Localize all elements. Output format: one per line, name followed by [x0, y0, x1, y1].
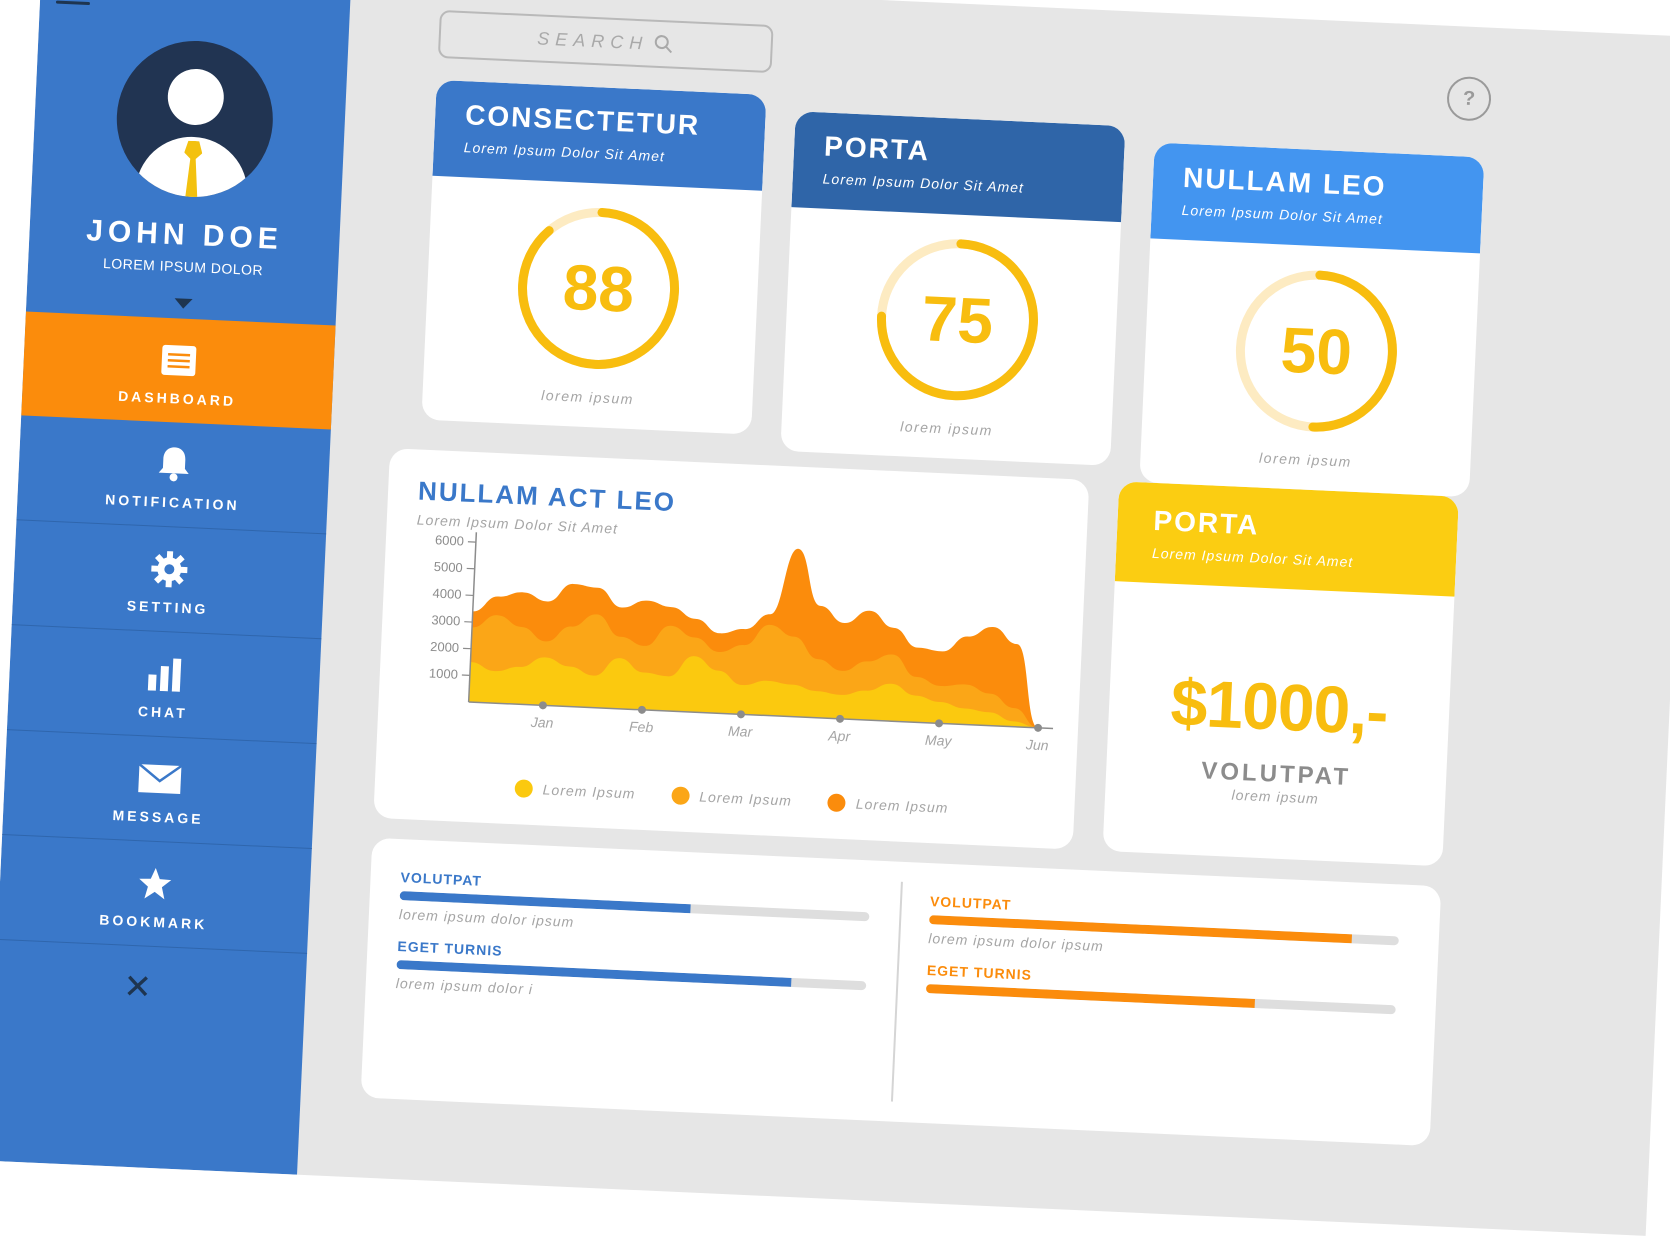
card-title: NULLAM LEO [1182, 162, 1453, 206]
chart-card[interactable]: NULLAM ACT LEO Lorem Ipsum Dolor Sit Ame… [373, 448, 1089, 849]
x-tick-marker [1034, 724, 1042, 732]
user-name: JOHN DOE [29, 212, 340, 260]
y-tick-label: 4000 [432, 586, 462, 602]
bar-chart-icon [142, 655, 188, 693]
hamburger-menu-icon[interactable] [56, 0, 91, 11]
legend-label: Lorem Ipsum [855, 796, 948, 816]
sidebar-item-setting[interactable]: SETTING [12, 520, 326, 639]
score-value: 50 [1228, 262, 1406, 440]
x-tick-label: Jan [529, 714, 553, 731]
legend-item[interactable]: Lorem Ipsum [671, 786, 792, 809]
sidebar-item-label: BOOKMARK [0, 907, 309, 937]
amount-value: $1000,- [1108, 661, 1451, 752]
chevron-down-icon[interactable] [174, 298, 192, 309]
gear-icon [147, 550, 193, 588]
sidebar-item-chat[interactable]: CHAT [7, 625, 321, 744]
avatar-head [167, 68, 225, 126]
legend-dot [827, 793, 846, 812]
y-tick-label: 1000 [429, 665, 459, 681]
sidebar-item-message[interactable]: MESSAGE [2, 730, 316, 849]
amount-card[interactable]: PORTA Lorem Ipsum Dolor Sit Amet $1000,-… [1103, 481, 1459, 866]
progress-column-right: VOLUTPAT lorem ipsum dolor ipsum EGET TU… [926, 893, 1400, 1014]
chart-title: NULLAM ACT LEO [417, 475, 676, 518]
dashboard-scene: JOHN DOE LOREM IPSUM DOLOR DASHBOARD NOT… [0, 0, 1668, 1155]
legend-item[interactable]: Lorem Ipsum [514, 779, 635, 802]
x-tick-label: May [925, 732, 953, 749]
sidebar-item-label: DASHBOARD [22, 383, 332, 413]
sidebar-item-label: MESSAGE [3, 802, 313, 832]
sidebar-item-notification[interactable]: NOTIFICATION [16, 415, 330, 534]
card-title: PORTA [823, 131, 1094, 175]
card-subtitle: Lorem Ipsum Dolor Sit Amet [463, 139, 733, 167]
sidebar: JOHN DOE LOREM IPSUM DOLOR DASHBOARD NOT… [0, 0, 351, 1175]
search-placeholder: SEARCH [537, 28, 649, 54]
card-subtitle: Lorem Ipsum Dolor Sit Amet [1152, 545, 1420, 573]
card-header: PORTA Lorem Ipsum Dolor Sit Amet [791, 111, 1125, 222]
x-tick-label: Mar [728, 723, 754, 740]
envelope-icon [137, 760, 183, 798]
search-input[interactable]: SEARCH [438, 10, 774, 73]
card-subtitle: Lorem Ipsum Dolor Sit Amet [822, 171, 1092, 199]
sidebar-item-label: NOTIFICATION [17, 487, 327, 517]
search-icon [652, 33, 675, 56]
avatar[interactable] [113, 38, 276, 201]
sidebar-nav: DASHBOARD NOTIFICATION SETTING CHAT [0, 311, 336, 953]
help-button[interactable]: ? [1446, 76, 1492, 122]
close-icon[interactable]: ✕ [122, 967, 152, 1008]
star-icon [132, 865, 178, 903]
sidebar-item-bookmark[interactable]: BOOKMARK [0, 835, 312, 954]
y-tick-label: 2000 [430, 639, 460, 655]
legend-label: Lorem Ipsum [699, 789, 792, 809]
card-title: PORTA [1153, 505, 1422, 549]
score-caption: lorem ipsum [781, 413, 1111, 444]
legend-label: Lorem Ipsum [542, 781, 635, 801]
progress-card: VOLUTPAT lorem ipsum dolor ipsum EGET TU… [361, 838, 1442, 1146]
card-title: CONSECTETUR [465, 99, 736, 143]
score-caption: lorem ipsum [422, 382, 752, 413]
score-card[interactable]: PORTA Lorem Ipsum Dolor Sit Amet 75 lore… [780, 111, 1125, 466]
progress-column-left: VOLUTPAT lorem ipsum dolor ipsum EGET TU… [395, 869, 871, 1028]
sidebar-item-dashboard[interactable]: DASHBOARD [21, 311, 335, 429]
y-tick-label: 6000 [435, 532, 465, 548]
x-tick-label: Apr [827, 727, 852, 744]
score-card[interactable]: CONSECTETUR Lorem Ipsum Dolor Sit Amet 8… [421, 80, 766, 435]
card-subtitle: Lorem Ipsum Dolor Sit Amet [1181, 202, 1451, 230]
legend-dot [671, 786, 690, 805]
score-caption: lorem ipsum [1140, 444, 1470, 475]
card-header: PORTA Lorem Ipsum Dolor Sit Amet [1115, 481, 1459, 596]
legend-dot [514, 779, 533, 798]
list-icon [156, 342, 202, 380]
legend-item[interactable]: Lorem Ipsum [827, 793, 948, 816]
card-header: NULLAM LEO Lorem Ipsum Dolor Sit Amet [1150, 143, 1484, 254]
dashboard-screen: JOHN DOE LOREM IPSUM DOLOR DASHBOARD NOT… [0, 0, 1670, 1236]
sidebar-item-label: SETTING [12, 592, 322, 622]
score-value: 88 [510, 200, 688, 378]
score-card[interactable]: NULLAM LEO Lorem Ipsum Dolor Sit Amet 50… [1139, 143, 1484, 498]
score-value: 75 [869, 231, 1047, 409]
x-tick-label: Feb [629, 718, 654, 735]
sidebar-item-label: CHAT [8, 697, 318, 727]
x-tick-label: Jun [1025, 736, 1049, 753]
y-tick-label: 5000 [433, 559, 463, 575]
card-header: CONSECTETUR Lorem Ipsum Dolor Sit Amet [432, 80, 766, 191]
divider [891, 882, 903, 1102]
y-tick-label: 3000 [431, 612, 461, 628]
bell-icon [151, 445, 197, 483]
area-chart: 1000 2000 3000 4000 5000 6000 Jan Feb Mar Apr May J… [376, 528, 1086, 800]
